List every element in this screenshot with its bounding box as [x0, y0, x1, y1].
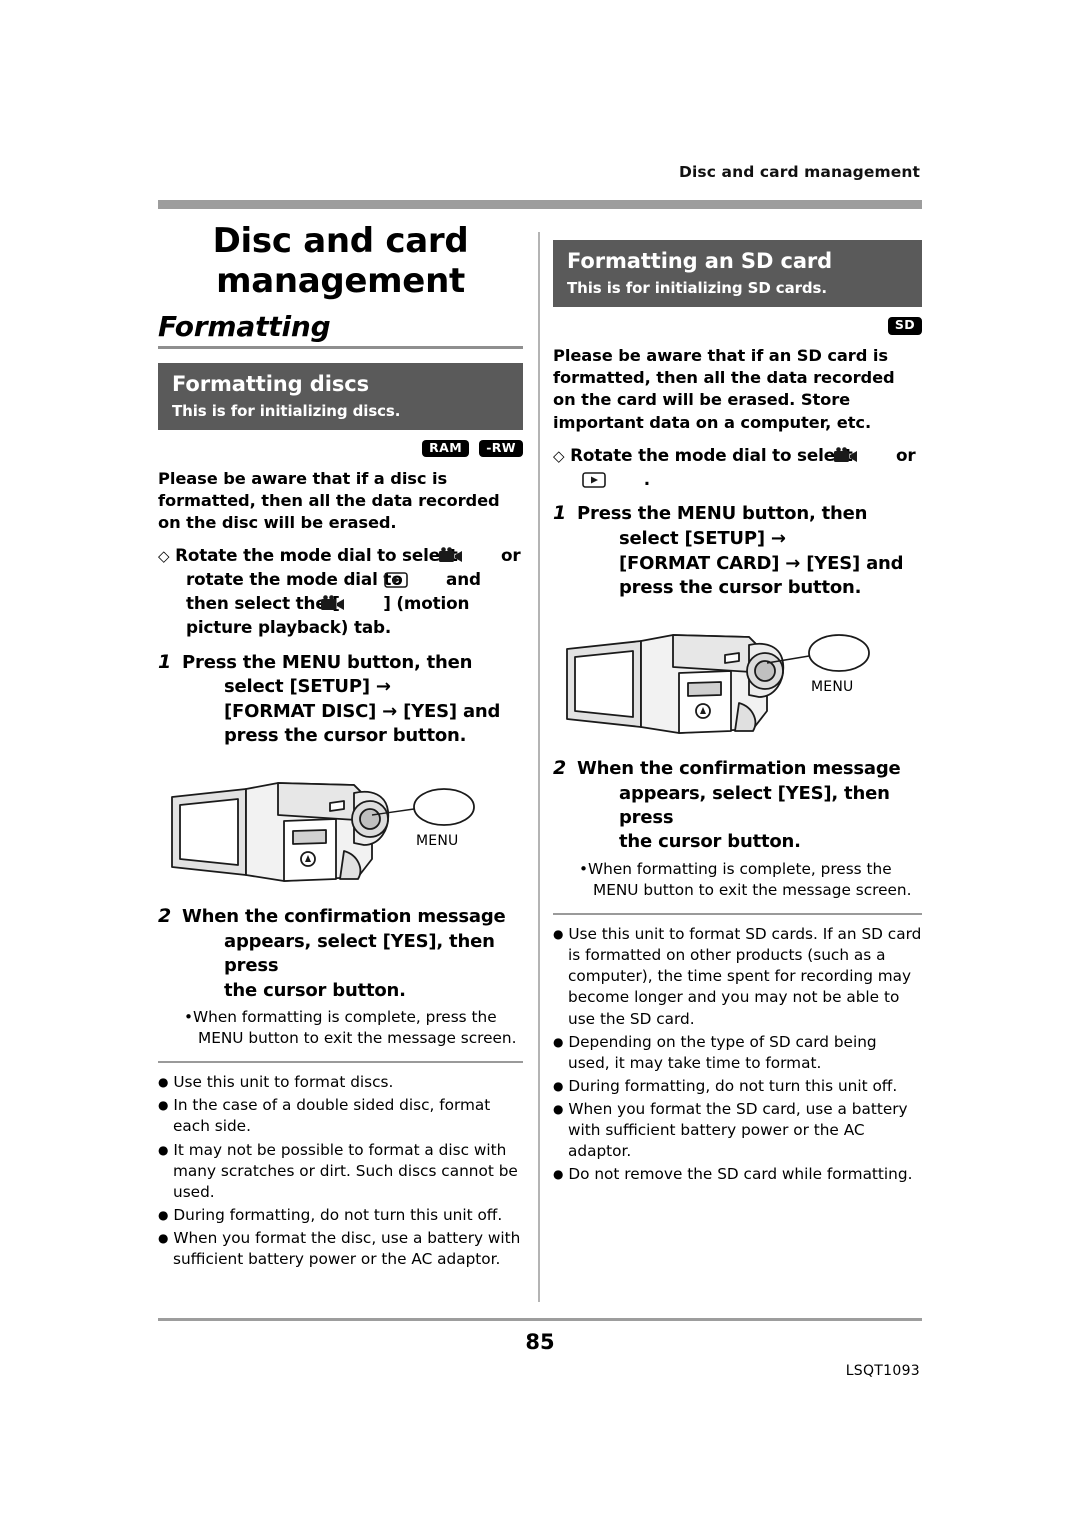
diamond-bullet-icon: ◇ — [158, 547, 170, 566]
left-notes-separator — [158, 1061, 523, 1064]
left-step-2-number: 2 — [158, 904, 172, 927]
right-step-1-line2: select [SETUP] → — [619, 528, 786, 550]
manual-page: Disc and card management Disc and card m… — [0, 0, 1080, 1526]
right-bullet-3: During formatting, do not turn this unit… — [568, 1076, 898, 1095]
right-step-2-line2: appears, select [YES], then press — [619, 782, 890, 828]
left-warning-text: Please be aware that if a disc is format… — [158, 468, 500, 532]
left-mode-dial-text-1: Rotate the mode dial to select — [175, 545, 458, 566]
movie-camera-icon — [439, 547, 492, 565]
chapter-title: Disc and card management — [158, 221, 523, 302]
left-step-1-line3: [FORMAT DISC] → [YES] and — [224, 700, 501, 722]
right-step-2-line1: When the confirmation message — [577, 757, 901, 779]
section-rule — [158, 345, 523, 349]
left-step-1-number: 1 — [158, 650, 172, 673]
left-mode-dial-instruction: ◇ Rotate the mode dial to select or rota… — [158, 544, 523, 639]
left-camcorder-illustration: MENU — [158, 759, 523, 894]
right-step-1-line3: [FORMAT CARD] → [YES] and — [619, 552, 904, 574]
header-divider-rule — [158, 200, 922, 209]
right-bullet-5: Do not remove the SD card while formatti… — [568, 1165, 913, 1184]
list-item: ● When you format the disc, use a batter… — [158, 1228, 521, 1269]
formatting-discs-subtitle: This is for initializing discs. — [172, 401, 401, 420]
right-step-2-line3: the cursor button. — [619, 831, 801, 853]
list-item: ● Use this unit to format SD cards. If a… — [553, 925, 922, 1028]
formatting-sd-title: Formatting an SD card — [567, 249, 833, 273]
footer-rule — [158, 1318, 922, 1321]
chapter-title-line2: management — [216, 260, 465, 301]
section-title: Formatting — [158, 309, 331, 343]
right-warning-text: Please be aware that if an SD card is fo… — [553, 346, 895, 432]
right-camcorder-illustration: MENU — [553, 611, 922, 746]
left-step-2: 2 When the confirmation message appears, … — [158, 904, 523, 1003]
left-bullet-3: It may not be possible to format a disc … — [173, 1140, 518, 1201]
right-menu-button-label: MENU — [811, 678, 854, 695]
left-step-1-line2: select [SETUP] → — [224, 676, 391, 698]
formatting-sd-heading-box: Formatting an SD card This is for initia… — [553, 240, 922, 308]
left-step-2-line1: When the confirmation message — [182, 905, 506, 927]
left-bullet-4: During formatting, do not turn this unit… — [173, 1205, 503, 1224]
list-item: ● It may not be possible to format a dis… — [158, 1140, 518, 1201]
badge-sd: SD — [887, 317, 922, 335]
right-step-2-number: 2 — [553, 756, 567, 779]
list-item: ● Do not remove the SD card while format… — [553, 1165, 913, 1184]
right-bullet-2: Depending on the type of SD card being u… — [568, 1032, 877, 1072]
movie-camera-icon-2 — [321, 595, 374, 613]
movie-camera-icon-right — [834, 446, 887, 465]
list-item: ● During formatting, do not turn this un… — [158, 1205, 503, 1224]
running-head: Disc and card management — [679, 163, 920, 181]
left-bullet-2: In the case of a double sided disc, form… — [173, 1096, 491, 1136]
document-code: LSQT1093 — [845, 1363, 920, 1379]
diamond-bullet-icon-right: ◇ — [553, 446, 565, 465]
formatting-discs-heading-box: Formatting discs This is for initializin… — [158, 362, 523, 430]
left-bullet-1: Use this unit to format discs. — [173, 1073, 394, 1092]
playback-icon — [384, 571, 437, 589]
left-step-1-line4: press the cursor button. — [224, 725, 467, 747]
right-bullet-1: Use this unit to format SD cards. If an … — [568, 925, 922, 1028]
list-item: ● During formatting, do not turn this un… — [553, 1076, 898, 1095]
right-step-1: 1 Press the MENU button, then select [SET… — [553, 501, 922, 600]
left-notes-list: ● Use this unit to format discs. ● In th… — [158, 1072, 523, 1270]
right-step-1-line4: press the cursor button. — [619, 577, 862, 599]
right-step-2: 2 When the confirmation message appears, … — [553, 756, 922, 855]
list-item: ● Use this unit to format discs. — [158, 1073, 394, 1092]
right-step-1-line1: Press the MENU button, then — [577, 503, 868, 525]
list-item: ● When you format the SD card, use a bat… — [553, 1100, 908, 1161]
right-mode-dial-instruction: ◇ Rotate the mode dial to select or . — [553, 444, 922, 492]
formatting-discs-title: Formatting discs — [172, 371, 369, 396]
left-step-1: 1 Press the MENU button, then select [SET… — [158, 650, 523, 749]
right-column: Formatting an SD card This is for initia… — [553, 240, 922, 1187]
right-media-badges: SD — [553, 314, 922, 335]
right-mode-dial-text-1: Rotate the mode dial to select — [570, 444, 853, 465]
page-number: 85 — [525, 1330, 555, 1354]
left-column: Disc and card management Formatting Form… — [158, 221, 523, 1272]
playback-icon-right — [582, 471, 635, 489]
left-step-2-line2: appears, select [YES], then press — [224, 930, 495, 977]
left-step-2-note: •When formatting is complete, press the … — [184, 1007, 517, 1048]
left-menu-button-label: MENU — [416, 832, 459, 849]
left-media-badges: RAM -RW — [158, 437, 523, 458]
right-bullet-4: When you format the SD card, use a batte… — [568, 1100, 908, 1161]
left-step-2-line3: the cursor button. — [224, 979, 406, 1001]
right-step-1-number: 1 — [553, 502, 567, 525]
chapter-title-line1: Disc and card — [212, 221, 469, 261]
badge-ram: RAM — [422, 439, 470, 458]
right-mode-dial-text-2: or — [896, 444, 916, 465]
right-mode-dial-text-3: . — [643, 468, 650, 489]
left-bullet-5: When you format the disc, use a battery … — [173, 1228, 521, 1269]
formatting-sd-subtitle: This is for initializing SD cards. — [567, 279, 827, 298]
right-notes-list: ● Use this unit to format SD cards. If a… — [553, 924, 922, 1185]
list-item: ● Depending on the type of SD card being… — [553, 1032, 877, 1072]
column-divider — [538, 232, 540, 1302]
left-step-1-line1: Press the MENU button, then — [182, 651, 473, 673]
right-notes-separator — [553, 913, 922, 916]
badge-rw: -RW — [479, 439, 523, 458]
right-step-2-note: •When formatting is complete, press the … — [579, 859, 912, 900]
list-item: ● In the case of a double sided disc, fo… — [158, 1096, 491, 1136]
